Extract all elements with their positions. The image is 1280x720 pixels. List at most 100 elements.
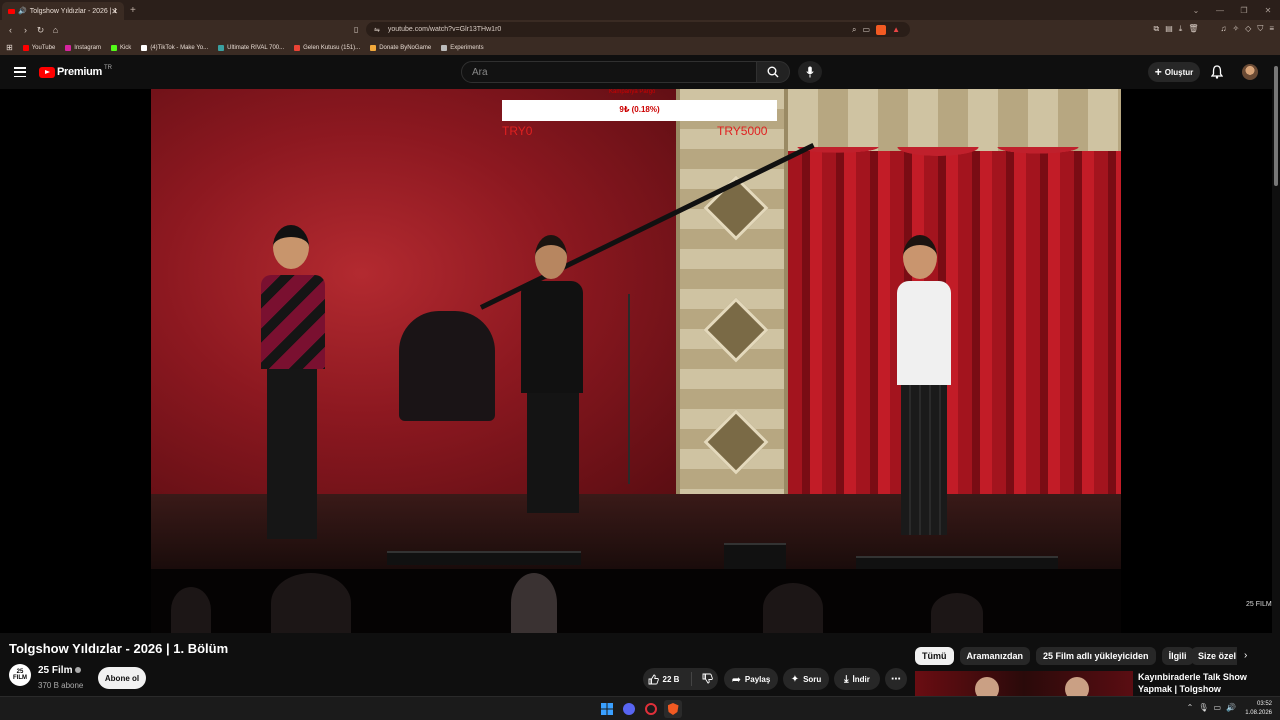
channel-watermark[interactable]: 25 FILM xyxy=(1246,601,1272,608)
leo-icon[interactable]: ✧ xyxy=(1232,24,1239,34)
bookmark-kick[interactable]: Kick xyxy=(110,44,132,51)
chevron-right-icon[interactable]: › xyxy=(1244,650,1247,661)
voice-search-button[interactable] xyxy=(798,61,822,83)
more-actions-button[interactable]: ⋯ xyxy=(885,668,907,690)
performer-center xyxy=(517,235,587,525)
channel-name[interactable]: 25 Film xyxy=(38,665,82,676)
chip-from-search[interactable]: Aramanızdan xyxy=(959,647,1031,665)
mic-stand xyxy=(628,294,630,484)
youtube-logo[interactable]: Premium TR xyxy=(39,65,112,78)
channel-avatar[interactable]: 25 FILM xyxy=(9,664,31,686)
media-icon[interactable]: ♫ xyxy=(1220,24,1226,34)
tab-search-icon[interactable]: ⌄ xyxy=(1184,6,1208,15)
ask-button[interactable]: ✦ Soru xyxy=(783,668,829,690)
download-icon[interactable]: ⤓ xyxy=(1179,24,1183,34)
chip-all[interactable]: Tümü xyxy=(915,647,954,665)
download-label: İndir xyxy=(852,674,870,684)
thumbs-down-icon xyxy=(703,673,714,683)
subscribe-button[interactable]: Abone ol xyxy=(98,667,146,689)
home-icon[interactable]: ⌂ xyxy=(48,25,63,35)
bookmark-label: Ultimate RIVAL 700... xyxy=(227,44,285,51)
zoom-icon[interactable]: ⌕ xyxy=(852,25,856,35)
wallet-icon[interactable]: ◇ xyxy=(1245,24,1251,34)
youtube-header: Premium TR Ara + Oluştur xyxy=(0,56,1280,89)
speaker-icon[interactable]: 🔊 xyxy=(18,7,27,15)
chip-for-you[interactable]: Size özel xyxy=(1191,647,1237,665)
new-tab-button[interactable]: + xyxy=(130,5,136,16)
browser-tab-bar: 🔊 Tolgshow Yıldızlar - 2026 | 1 ✕ + ⌄ — … xyxy=(0,0,1280,20)
reload-icon[interactable]: ↻ xyxy=(33,25,48,36)
bookmark-ultimate-rival[interactable]: Ultimate RIVAL 700... xyxy=(218,44,285,51)
chip-from-uploader[interactable]: 25 Film adlı yükleyiciden xyxy=(1036,647,1156,665)
download-button[interactable]: ⤓ İndir xyxy=(834,668,880,690)
gold-column xyxy=(676,89,788,509)
forward-icon[interactable]: › xyxy=(18,25,33,35)
search-input[interactable]: Ara xyxy=(461,61,757,83)
bookmark-donate[interactable]: Donate ByNoGame xyxy=(370,44,431,51)
recommendation-thumbnail[interactable] xyxy=(915,671,1133,696)
opera-gx-icon[interactable] xyxy=(642,700,660,718)
notifications-bell-icon[interactable] xyxy=(1211,65,1223,79)
region-code: TR xyxy=(103,65,112,71)
like-button[interactable]: 22 B xyxy=(648,674,679,685)
bookmark-label: Instagram xyxy=(74,44,101,51)
extensions-icon[interactable]: ⧉ xyxy=(1153,24,1159,34)
dislike-button[interactable] xyxy=(702,673,714,686)
search-button[interactable] xyxy=(756,61,790,83)
system-clock[interactable]: 03:52 1.08.2026 xyxy=(1245,700,1272,718)
video-player[interactable]: Kampanya Pargo 9₺ (0.18%) TRY0 TRY5000 2… xyxy=(0,89,1272,633)
network-icon[interactable]: ▭ xyxy=(1213,703,1221,712)
cast-icon[interactable]: ▭ xyxy=(863,25,871,35)
video-title: Tolgshow Yıldızlar - 2026 | 1. Bölüm xyxy=(9,641,229,656)
bookmark-instagram[interactable]: Instagram xyxy=(65,44,101,51)
gold-arch xyxy=(788,89,1121,151)
bookmark-label: Kick xyxy=(119,44,132,51)
bookmark-icon[interactable]: ▯ xyxy=(354,25,358,34)
menu-icon[interactable] xyxy=(14,67,26,77)
minimize-button[interactable]: — xyxy=(1208,6,1232,15)
windows-start-icon[interactable] xyxy=(598,700,616,718)
donation-progress-text: 9₺ (0.18%) xyxy=(619,105,660,114)
volume-icon[interactable]: 🔊 xyxy=(1226,703,1236,712)
scrollbar-thumb[interactable] xyxy=(1274,66,1278,186)
address-bar[interactable]: ⇋ youtube.com/watch?v=Glr13THw1r0 ⌕ ▭ ▲ xyxy=(366,22,910,37)
back-icon[interactable]: ‹ xyxy=(3,25,18,35)
brave-rewards-icon[interactable]: ▲ xyxy=(892,25,900,35)
sidebar-icon[interactable]: ▤ xyxy=(1165,24,1173,34)
recommendation-title[interactable]: Kayınbiraderle Talk Show Yapmak | Tolgsh… xyxy=(1138,671,1268,695)
close-icon[interactable]: ✕ xyxy=(111,7,118,16)
site-settings-icon[interactable]: ⇋ xyxy=(374,26,380,34)
trash-icon[interactable]: 🗑 xyxy=(1188,24,1198,34)
bookmark-youtube[interactable]: YouTube xyxy=(22,44,55,51)
chevron-up-icon[interactable]: ⌃ xyxy=(1187,703,1194,712)
discord-icon[interactable] xyxy=(620,700,638,718)
search-icon xyxy=(767,66,779,78)
create-button[interactable]: + Oluştur xyxy=(1148,62,1200,82)
bookmark-experiments[interactable]: Experiments xyxy=(441,44,484,51)
mic-tray-icon[interactable]: 🎙 xyxy=(1198,703,1208,712)
shield-icon[interactable]: ⛉ xyxy=(1257,24,1263,34)
more-icon: ⋯ xyxy=(891,673,901,685)
verified-icon xyxy=(75,667,82,674)
share-button[interactable]: ➦ Paylaş xyxy=(724,668,778,690)
goal-min-label: TRY0 xyxy=(502,124,533,138)
page-scrollbar[interactable] xyxy=(1272,56,1280,696)
clock-date: 1.08.2026 xyxy=(1245,710,1272,716)
chip-related[interactable]: İlgili xyxy=(1161,647,1194,665)
account-avatar[interactable] xyxy=(1242,64,1258,80)
ornament xyxy=(703,297,769,363)
brave-shield-icon[interactable] xyxy=(876,24,887,35)
stage-monitor xyxy=(387,551,581,565)
video-frame[interactable]: Kampanya Pargo 9₺ (0.18%) TRY0 TRY5000 xyxy=(151,89,1121,633)
youtube-play-icon xyxy=(39,66,55,78)
bookmark-tiktok[interactable]: (4)TikTok - Make Yo... xyxy=(141,44,208,51)
browser-tab-active[interactable]: 🔊 Tolgshow Yıldızlar - 2026 | 1 ✕ xyxy=(2,2,124,20)
apps-icon[interactable]: ⊞ xyxy=(6,43,13,52)
bookmark-gmail[interactable]: Gelen Kutusu (151)... xyxy=(294,44,360,51)
audience-area xyxy=(151,569,1121,633)
maximize-button[interactable]: ❐ xyxy=(1232,6,1256,15)
window-controls: ⌄ — ❐ ✕ xyxy=(1184,0,1280,20)
brave-browser-icon[interactable] xyxy=(664,700,682,718)
close-window-button[interactable]: ✕ xyxy=(1256,6,1280,15)
menu-icon[interactable]: ≡ xyxy=(1269,24,1274,34)
